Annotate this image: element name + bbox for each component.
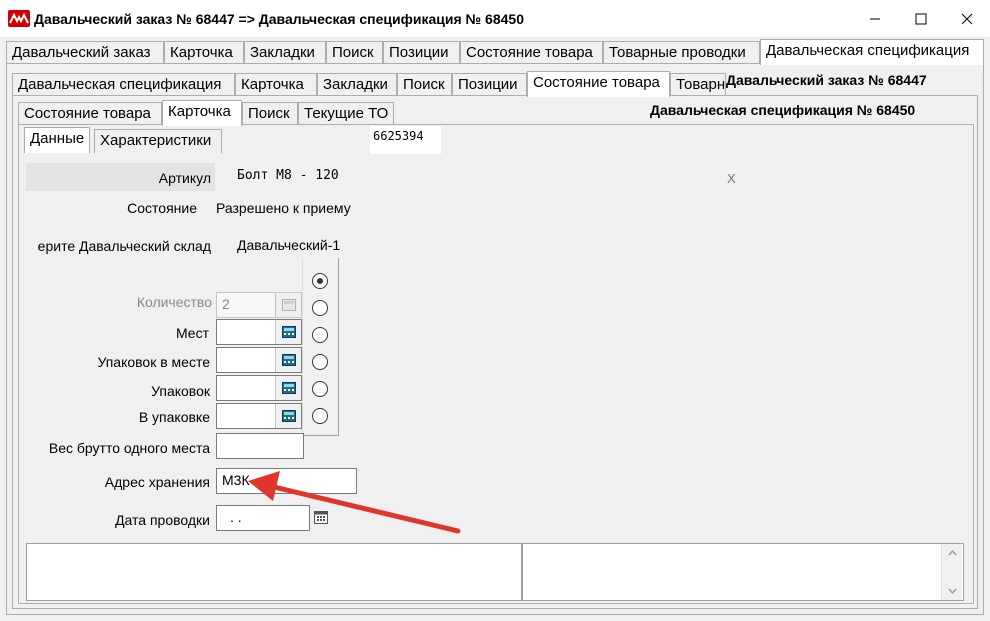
calculator-icon[interactable] xyxy=(275,293,301,317)
gross-weight-field[interactable] xyxy=(216,433,304,459)
tab-truncated-inner[interactable]: Товарн xyxy=(670,73,726,97)
tab-card-l3[interactable]: Карточка xyxy=(162,100,242,126)
tabbar-level3: Состояние товара Карточка Поиск Текущие … xyxy=(18,100,398,126)
warehouse-value[interactable]: Давальческий-1 xyxy=(237,237,340,253)
tab-search-inner[interactable]: Поиск xyxy=(397,73,452,97)
tab-spec-inner[interactable]: Давальческая спецификация xyxy=(12,73,235,97)
tab-data[interactable]: Данные xyxy=(24,127,90,153)
calculator-icon[interactable] xyxy=(275,404,301,428)
packs-per-place-label: Упаковок в месте xyxy=(97,354,210,370)
articul-clear-button[interactable]: X xyxy=(727,171,736,186)
date-value: . . xyxy=(230,509,242,525)
radio-places[interactable] xyxy=(312,300,328,316)
quantity-field[interactable]: 2 xyxy=(216,292,302,318)
tab-current-to-l3[interactable]: Текущие ТО xyxy=(298,102,394,126)
address-value: М3К xyxy=(222,472,250,488)
radio-extra[interactable] xyxy=(312,408,328,424)
radio-group xyxy=(302,258,339,436)
tab-spec[interactable]: Давальческая спецификация xyxy=(760,39,984,65)
maximize-button[interactable] xyxy=(898,0,944,38)
articul-value[interactable]: Болт М8 - 120 xyxy=(237,168,339,183)
radio-in-pack[interactable] xyxy=(312,381,328,397)
tab-card[interactable]: Карточка xyxy=(164,41,244,65)
quantity-value: 2 xyxy=(222,296,230,312)
radio-quantity[interactable] xyxy=(312,273,328,289)
code-field[interactable]: 6625394 xyxy=(370,126,441,154)
places-label: Мест xyxy=(175,325,209,341)
packs-field[interactable] xyxy=(216,375,302,401)
title-bar: Давальческий заказ № 68447 => Давальческ… xyxy=(0,0,990,38)
articul-label: Артикул xyxy=(158,170,211,186)
packs-per-place-field[interactable] xyxy=(216,347,302,373)
warehouse-label: ерите Давальческий склад xyxy=(37,238,211,254)
date-label: Дата проводки xyxy=(115,512,210,528)
tabbar-level2: Давальческая спецификация Карточка Закла… xyxy=(12,71,732,97)
bottom-right-textarea[interactable] xyxy=(522,543,964,601)
tab-positions[interactable]: Позиции xyxy=(383,41,460,65)
places-field[interactable] xyxy=(216,319,302,345)
date-field[interactable]: . . xyxy=(216,505,310,531)
tab-goods-state-l3[interactable]: Состояние товара xyxy=(18,102,162,126)
order-header: Давальческий заказ № 68447 xyxy=(726,72,927,88)
close-button[interactable] xyxy=(944,0,990,38)
tab-goods-state-inner[interactable]: Состояние товара xyxy=(527,71,670,97)
calculator-icon[interactable] xyxy=(275,376,301,400)
calculator-icon[interactable] xyxy=(275,320,301,344)
scrollbar[interactable] xyxy=(941,544,962,600)
in-pack-label: В упаковке xyxy=(138,409,210,425)
state-label: Состояние xyxy=(127,200,197,216)
calendar-icon[interactable] xyxy=(313,509,329,525)
app-logo-icon xyxy=(8,10,30,27)
minimize-button[interactable] xyxy=(852,0,898,38)
tab-characteristics[interactable]: Характеристики xyxy=(94,129,222,153)
tab-bookmarks-inner[interactable]: Закладки xyxy=(317,73,397,97)
bottom-left-textarea[interactable] xyxy=(26,543,522,601)
tab-search[interactable]: Поиск xyxy=(326,41,383,65)
calculator-icon[interactable] xyxy=(275,348,301,372)
packs-label: Упаковок xyxy=(151,383,210,399)
tab-card-inner[interactable]: Карточка xyxy=(235,73,317,97)
quantity-label: Количество xyxy=(136,294,212,310)
radio-packs[interactable] xyxy=(312,354,328,370)
tab-search-l3[interactable]: Поиск xyxy=(242,102,298,126)
spec-header: Давальческая спецификация № 68450 xyxy=(650,102,916,118)
tab-goods-state[interactable]: Состояние товара xyxy=(460,41,603,65)
tab-bookmarks[interactable]: Закладки xyxy=(244,41,326,65)
in-pack-field[interactable] xyxy=(216,403,302,429)
tabbar-level1: Давальческий заказ Карточка Закладки Пои… xyxy=(6,39,984,65)
tabbar-level4: Данные Характеристики xyxy=(24,127,224,153)
radio-packs-per-place[interactable] xyxy=(312,327,328,343)
tab-positions-inner[interactable]: Позиции xyxy=(452,73,527,97)
address-field[interactable]: М3К xyxy=(216,468,357,494)
state-value: Разрешено к приему xyxy=(216,200,351,216)
tab-order[interactable]: Давальческий заказ xyxy=(6,41,164,65)
address-label: Адрес хранения xyxy=(104,474,210,490)
tab-goods-postings[interactable]: Товарные проводки xyxy=(603,41,760,65)
window-title: Давальческий заказ № 68447 => Давальческ… xyxy=(34,11,524,27)
gross-weight-label: Вес брутто одного места xyxy=(48,440,210,456)
